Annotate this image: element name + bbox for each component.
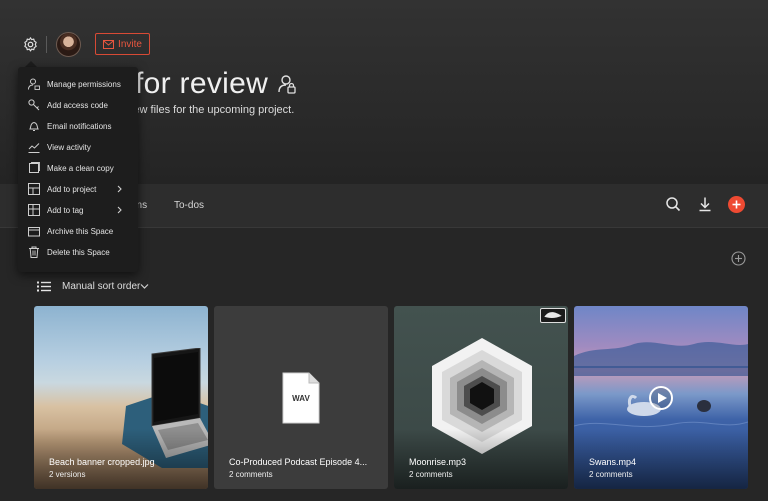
- invite-button[interactable]: Invite: [95, 33, 150, 55]
- file-name: Swans.mp4: [589, 457, 637, 467]
- waveform-icon: [544, 312, 562, 319]
- file-meta: 2 comments: [589, 470, 633, 479]
- user-lock-icon: [28, 78, 40, 90]
- search-icon[interactable]: [665, 196, 681, 212]
- archive-icon: [28, 227, 40, 237]
- menu-item-label: Archive this Space: [47, 226, 114, 236]
- menu-item-label: Add to tag: [47, 205, 84, 215]
- file-type-label: WAV: [292, 394, 310, 403]
- toolbar-divider: [46, 36, 47, 53]
- menu-item-add-to-tag[interactable]: Add to tag: [18, 200, 138, 220]
- bell-icon: [29, 121, 39, 131]
- download-icon[interactable]: [697, 196, 713, 212]
- file-card[interactable]: Beach banner cropped.jpg 2 versions: [34, 306, 208, 489]
- tag-board-icon: [28, 204, 40, 216]
- project-icon: [28, 183, 40, 195]
- user-lock-icon[interactable]: [278, 74, 296, 94]
- sort-order-dropdown[interactable]: Manual sort order: [62, 281, 140, 292]
- menu-item-label: Manage permissions: [47, 79, 121, 89]
- tab-todos[interactable]: To-dos: [174, 200, 204, 211]
- envelope-icon: [103, 39, 115, 49]
- menu-item-view-activity[interactable]: View activity: [18, 137, 138, 157]
- file-card[interactable]: Swans.mp4 2 comments: [574, 306, 748, 489]
- space-description: iew files for the upcoming project.: [131, 104, 295, 116]
- menu-item-label: Email notifications: [47, 121, 112, 131]
- chevron-right-icon: [117, 185, 122, 193]
- menu-item-label: View activity: [47, 142, 91, 152]
- menu-item-delete-space[interactable]: Delete this Space: [18, 242, 138, 262]
- file-name: Beach banner cropped.jpg: [49, 457, 155, 467]
- file-card[interactable]: WAV Co-Produced Podcast Episode 4... 2 c…: [214, 306, 388, 489]
- menu-item-add-access-code[interactable]: Add access code: [18, 95, 138, 115]
- avatar[interactable]: [56, 32, 81, 57]
- menu-item-manage-permissions[interactable]: Manage permissions: [18, 74, 138, 94]
- copy-icon: [29, 162, 40, 173]
- file-meta: 2 versions: [49, 470, 86, 479]
- play-button[interactable]: [649, 386, 673, 410]
- add-button[interactable]: [728, 196, 745, 213]
- add-circle-icon[interactable]: [731, 251, 746, 266]
- menu-item-add-to-project[interactable]: Add to project: [18, 179, 138, 199]
- chevron-right-icon: [117, 206, 122, 214]
- menu-item-label: Add access code: [47, 100, 108, 110]
- file-name: Moonrise.mp3: [409, 457, 467, 467]
- key-icon: [28, 99, 40, 111]
- file-meta: 2 comments: [409, 470, 453, 479]
- chevron-down-icon[interactable]: [140, 283, 149, 290]
- file-name: Co-Produced Podcast Episode 4...: [229, 457, 368, 467]
- menu-item-email-notifications[interactable]: Email notifications: [18, 116, 138, 136]
- play-icon: [657, 393, 667, 403]
- menu-item-label: Add to project: [47, 184, 97, 194]
- waveform-badge-icon: [540, 308, 566, 323]
- trash-icon: [29, 246, 39, 258]
- invite-label: Invite: [118, 38, 142, 50]
- menu-item-label: Delete this Space: [47, 247, 110, 257]
- file-meta: 2 comments: [229, 470, 273, 479]
- plus-icon: [732, 200, 741, 209]
- settings-menu: Manage permissions Add access code Email…: [18, 67, 138, 272]
- activity-chart-icon: [28, 143, 40, 153]
- list-view-icon[interactable]: [37, 281, 51, 292]
- gear-icon[interactable]: [22, 36, 39, 53]
- space-title: for review: [135, 67, 269, 100]
- menu-item-archive-space[interactable]: Archive this Space: [18, 221, 138, 241]
- menu-item-make-clean-copy[interactable]: Make a clean copy: [18, 158, 138, 178]
- menu-item-label: Make a clean copy: [47, 163, 114, 173]
- file-card[interactable]: Moonrise.mp3 2 comments: [394, 306, 568, 489]
